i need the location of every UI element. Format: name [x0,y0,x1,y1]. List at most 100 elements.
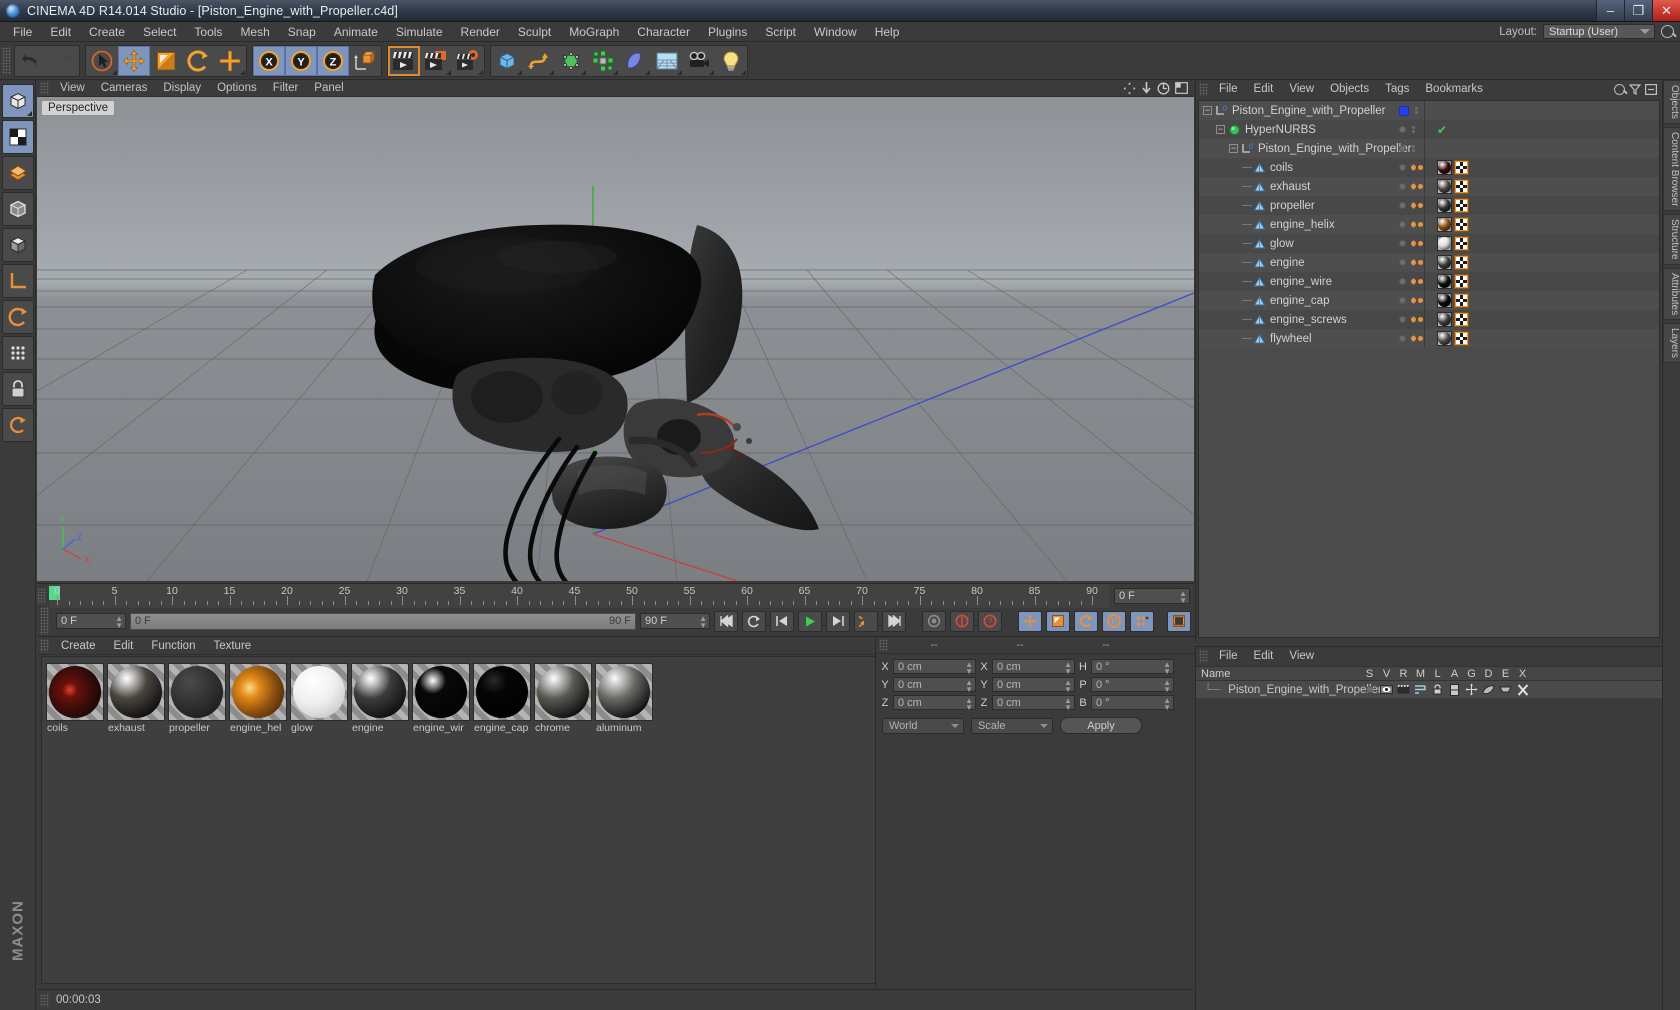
scale-tool[interactable] [150,46,182,76]
spinner-icon[interactable]: ▲ ▼ [1163,679,1171,694]
perspective-viewport[interactable]: Y Z X Perspective [37,97,1194,581]
quantize-button[interactable] [1,408,34,442]
lock-button[interactable] [1,372,34,406]
add-spline-button[interactable] [523,46,555,76]
tool-options-corner[interactable] [613,69,618,75]
material-cell[interactable]: propeller [168,663,226,735]
material-preview[interactable] [534,663,592,721]
z-axis-lock[interactable]: Z [317,45,349,76]
add-array-button[interactable] [587,46,619,76]
viewport-menu-filter[interactable]: Filter [265,80,307,97]
add-tool[interactable] [214,46,246,76]
viewport-menu-view[interactable]: View [52,80,93,97]
object-row[interactable]: — engine_wire [1199,272,1659,291]
material-preview[interactable] [290,663,348,721]
object-row[interactable]: − 0 Piston_Engine_with_Propeller [1199,139,1659,158]
menu-item-tools[interactable]: Tools [185,22,231,42]
material-cell[interactable]: aluminum [595,663,653,735]
size-z-field[interactable]: 0 cm ▲ ▼ [992,695,1075,712]
render-settings-button[interactable] [452,46,484,76]
visibility-dot-icon[interactable] [1399,316,1406,323]
object-row[interactable]: — glow [1199,234,1659,253]
material-cell[interactable]: glow [290,663,348,735]
object-menu-view[interactable]: View [1281,80,1322,99]
attribute-menu-grip[interactable] [1199,650,1208,663]
add-camera-button[interactable] [683,46,715,76]
edges-mode-button[interactable] [1,192,34,226]
material-cell[interactable]: engine_hel [229,663,287,735]
col-d-cell[interactable] [1480,684,1497,696]
spinner-icon[interactable]: ▲ ▼ [699,615,707,630]
position-x-field[interactable]: 0 cm ▲ ▼ [893,659,976,676]
material-menu-edit[interactable]: Edit [105,637,143,655]
material-preview[interactable] [351,663,409,721]
timeline-button[interactable] [1167,610,1191,632]
menu-item-edit[interactable]: Edit [41,22,80,42]
attribute-row[interactable]: └─ Piston_Engine_with_Propeller [1196,681,1662,698]
menu-item-character[interactable]: Character [628,22,699,42]
col-x-cell[interactable] [1514,683,1531,696]
pan-icon[interactable] [1123,82,1136,95]
object-menu-tags[interactable]: Tags [1377,80,1417,99]
position-z-field[interactable]: 0 cm ▲ ▼ [893,695,976,712]
coord-system-select[interactable]: World [882,717,964,734]
editor-render-dots[interactable] [1412,145,1415,152]
menu-item-plugins[interactable]: Plugins [699,22,756,42]
object-row[interactable]: − 0 Piston_Engine_with_Propeller [1199,101,1659,120]
expand-icon[interactable] [1645,84,1657,95]
texture-tag-icon[interactable] [1454,293,1469,308]
vertical-tab-layers[interactable]: Layers [1663,323,1680,364]
col-g-cell[interactable] [1463,683,1480,696]
timeline-grip[interactable] [37,588,46,604]
maximize-view-icon[interactable] [1175,82,1188,94]
polygons-mode-button[interactable] [1,228,34,262]
visibility-dot-icon[interactable] [1399,221,1406,228]
visibility-dot-icon[interactable] [1399,278,1406,285]
texture-tag-icon[interactable] [1454,331,1469,346]
visibility-dot-icon[interactable] [1399,145,1406,152]
viewport-menu-panel[interactable]: Panel [306,80,351,97]
spinner-icon[interactable]: ▲ ▼ [965,697,973,712]
visibility-dot-icon[interactable] [1399,259,1406,266]
visibility-dot-icon[interactable] [1399,183,1406,190]
transport-grip[interactable] [40,607,49,635]
size-y-field[interactable]: 0 cm ▲ ▼ [992,677,1075,694]
spinner-icon[interactable]: ▲ ▼ [1064,661,1072,676]
visibility-dot-icon[interactable] [1399,335,1406,342]
object-row[interactable]: — engine_helix [1199,215,1659,234]
texture-tag-icon[interactable] [1454,160,1469,175]
timeline-current-frame-field[interactable]: 0 F ▲ ▼ [1114,587,1190,604]
attribute-menu-edit[interactable]: Edit [1246,647,1282,666]
coordinate-grip[interactable] [879,639,888,651]
viewport-menu-options[interactable]: Options [209,80,265,97]
spinner-icon[interactable]: ▲ ▼ [1163,697,1171,712]
tool-options-corner[interactable] [446,69,451,75]
material-tag-icon[interactable] [1437,179,1452,194]
menu-item-sculpt[interactable]: Sculpt [509,22,560,42]
add-cube-button[interactable] [491,46,523,76]
material-preview[interactable] [412,663,470,721]
render-view-button[interactable] [388,46,420,76]
menu-item-file[interactable]: File [4,22,41,42]
rotate-tool[interactable] [182,46,214,76]
transform-mode-select[interactable]: Scale [971,717,1053,734]
tool-options-corner[interactable] [709,69,714,75]
object-row[interactable]: — engine [1199,253,1659,272]
expander-icon[interactable]: − [1216,125,1225,134]
object-visibility-dots[interactable] [1399,139,1415,158]
model-mode-button[interactable] [1,84,34,118]
world-object-coords[interactable] [349,46,381,76]
col-m-cell[interactable] [1412,684,1429,695]
visibility-dot-icon[interactable] [1399,202,1406,209]
end-frame-field[interactable]: 90 F ▲ ▼ [640,613,710,630]
tool-options-corner[interactable] [26,111,32,116]
object-row[interactable]: − HyperNURBS ✔ [1199,120,1659,139]
keyframe-selection-button[interactable]: ? [978,610,1002,632]
render-to-picture-viewer-button[interactable] [420,46,452,76]
close-button[interactable]: ✕ [1652,0,1680,21]
go-to-end-button[interactable] [882,610,906,632]
tool-options-corner[interactable] [549,69,554,75]
add-scene-button[interactable] [651,46,683,76]
texture-tag-icon[interactable] [1454,236,1469,251]
viewport-menu-cameras[interactable]: Cameras [93,80,156,97]
